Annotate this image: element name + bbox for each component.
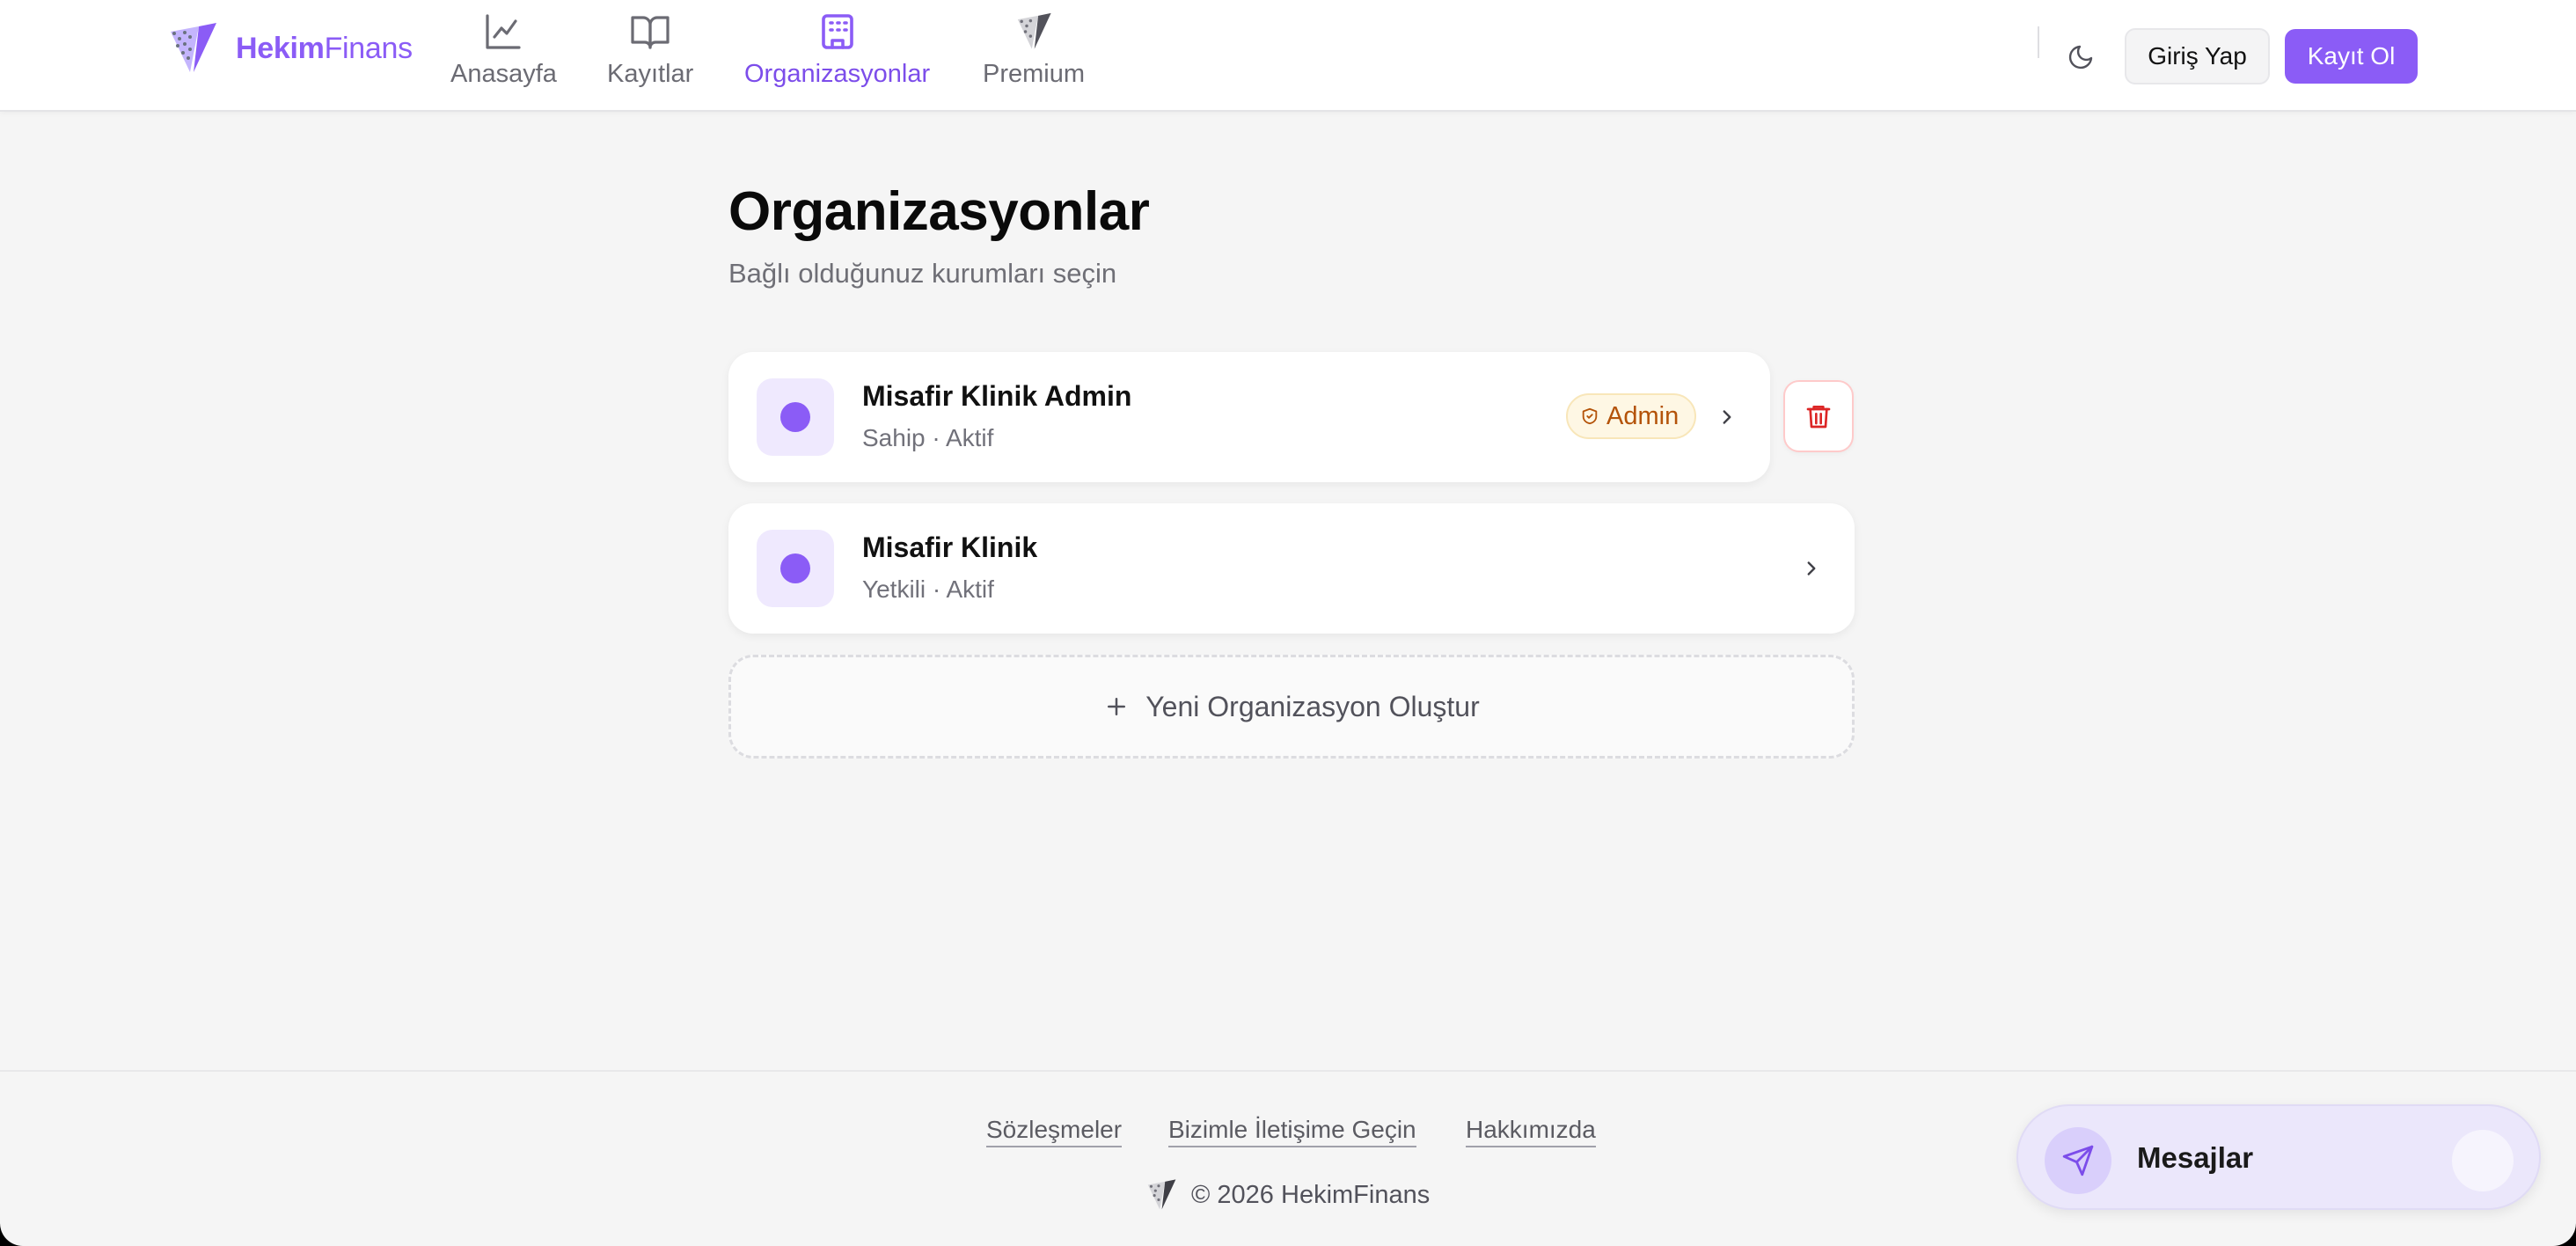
nav-kayitlar[interactable]: Kayıtlar <box>607 11 693 102</box>
theme-toggle-button[interactable] <box>2059 35 2103 79</box>
new-organization-label: Yeni Organizasyon Oluştur <box>1145 690 1480 722</box>
book-open-icon <box>629 11 671 53</box>
messages-widget[interactable]: Mesajlar <box>2016 1104 2541 1210</box>
logo-icon <box>1013 11 1055 53</box>
delete-organization-button[interactable] <box>1783 380 1854 452</box>
copyright-text: © 2026 HekimFinans <box>1191 1180 1431 1209</box>
new-organization-button[interactable]: Yeni Organizasyon Oluştur <box>728 655 1855 759</box>
footer-link-contact[interactable]: Bizimle İletişime Geçin <box>1168 1116 1416 1147</box>
register-button[interactable]: Kayıt Ol <box>2285 29 2418 84</box>
nav-label: Organizasyonlar <box>744 60 931 88</box>
organization-avatar <box>757 530 834 607</box>
organization-avatar <box>757 378 834 456</box>
page-subtitle: Bağlı olduğunuz kurumları seçin <box>728 258 1117 289</box>
moon-icon <box>2068 45 2093 70</box>
footer-link-about[interactable]: Hakkımızda <box>1466 1116 1596 1147</box>
plus-icon <box>1103 693 1130 720</box>
organization-name: Misafir Klinik Admin <box>862 380 1132 412</box>
nav-organizasyonlar[interactable]: Organizasyonlar <box>744 11 930 102</box>
brand-name: HekimFinans <box>236 31 413 65</box>
login-button[interactable]: Giriş Yap <box>2125 28 2270 84</box>
logo-icon <box>171 23 216 72</box>
role-badge: Admin <box>1566 393 1697 439</box>
organization-name: Misafir Klinik <box>862 531 1038 563</box>
messages-label: Mesajlar <box>2137 1141 2254 1174</box>
nav-label: Anasayfa <box>450 60 557 88</box>
chevron-right-icon <box>1792 549 1831 588</box>
nav-anasayfa[interactable]: Anasayfa <box>450 11 557 102</box>
building-icon <box>816 11 859 53</box>
chart-line-icon <box>482 11 524 53</box>
nav-label: Kayıtlar <box>607 60 694 88</box>
copyright: © 2026 HekimFinans <box>1144 1177 1430 1213</box>
shield-icon <box>1582 407 1598 425</box>
organization-meta: Sahip · Aktif <box>862 424 994 451</box>
role-badge-label: Admin <box>1606 401 1680 430</box>
footer-divider <box>0 1070 2576 1072</box>
organization-card[interactable]: Misafir Klinik Admin Sahip · Aktif Admin <box>728 352 1770 482</box>
page-title: Organizasyonlar <box>728 181 1150 242</box>
nav-premium[interactable]: Premium <box>983 11 1085 102</box>
footer-link-contracts[interactable]: Sözleşmeler <box>986 1116 1123 1147</box>
organization-card[interactable]: Misafir Klinik Yetkili · Aktif <box>728 503 1855 634</box>
trash-icon <box>1806 406 1831 429</box>
top-navbar: HekimFinans Anasayfa Kayıtlar Organizasy… <box>0 0 2576 112</box>
messages-toggle[interactable] <box>2452 1130 2514 1191</box>
organization-meta: Yetkili · Aktif <box>862 575 994 603</box>
nav-label: Premium <box>983 60 1086 88</box>
header-divider <box>2038 26 2039 58</box>
brand-logo[interactable]: HekimFinans <box>164 19 413 77</box>
logo-icon <box>1147 1179 1176 1210</box>
chevron-right-icon <box>1708 398 1746 436</box>
page: HekimFinans Anasayfa Kayıtlar Organizasy… <box>0 0 2576 1246</box>
send-icon <box>2045 1127 2111 1194</box>
